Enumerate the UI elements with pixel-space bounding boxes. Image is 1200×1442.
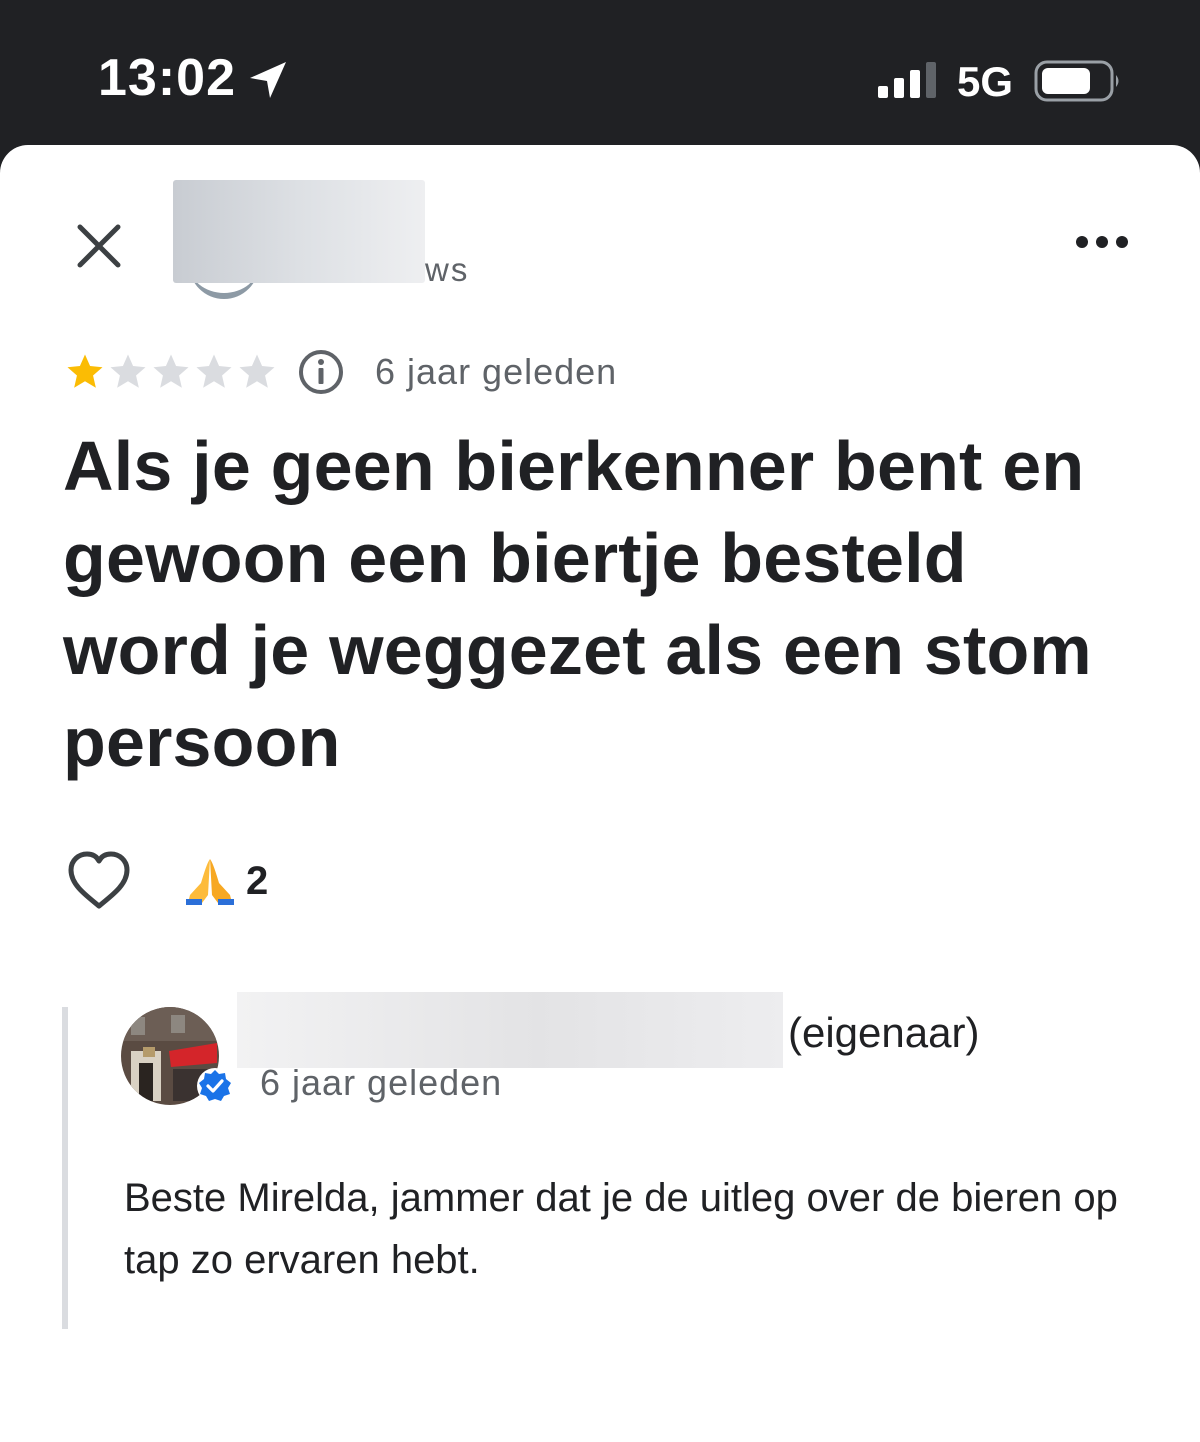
review-time: 6 jaar geleden: [375, 351, 618, 392]
network-type: 5G: [957, 58, 1014, 105]
status-time: 13:02: [98, 49, 236, 107]
star-empty-icon: [153, 354, 189, 388]
reply-time: 6 jaar geleden: [260, 1062, 503, 1103]
star-empty-icon: [110, 354, 146, 388]
info-icon[interactable]: [297, 348, 345, 396]
heart-icon[interactable]: [66, 850, 132, 912]
more-options-icon[interactable]: [1072, 227, 1132, 257]
reply-text: Beste Mirelda, jammer dat je de uitleg o…: [124, 1176, 1118, 1282]
reactions-row: 2: [66, 850, 268, 912]
close-icon[interactable]: [70, 217, 128, 275]
redacted-owner-name: [237, 992, 783, 1068]
folded-hands-icon[interactable]: [184, 855, 236, 907]
owner-reply: (eigenaar) 6 jaar geleden Beste Mirelda,…: [62, 992, 1168, 1329]
rating-row: 6 jaar geleden: [64, 347, 617, 397]
status-bar: 13:02 5G: [0, 0, 1200, 150]
header-title-suffix: ws: [425, 251, 470, 288]
redacted-reviewer-name: [173, 180, 425, 283]
star-empty-icon: [196, 354, 232, 388]
verified-badge-icon: [197, 1068, 233, 1104]
review-text: Als je geen bierkenner bent en gewoon ee…: [63, 427, 1092, 781]
review-sheet: ws 6 jaar geleden Als je geen bierkenner…: [0, 145, 1200, 1442]
star-empty-icon: [239, 354, 275, 388]
star-filled-icon: [67, 354, 103, 388]
owner-label: (eigenaar): [788, 1009, 980, 1056]
signal-icon: [878, 62, 936, 98]
location-arrow-icon: [250, 62, 286, 98]
reaction-count: 2: [246, 858, 269, 903]
battery-icon: [1034, 60, 1119, 102]
